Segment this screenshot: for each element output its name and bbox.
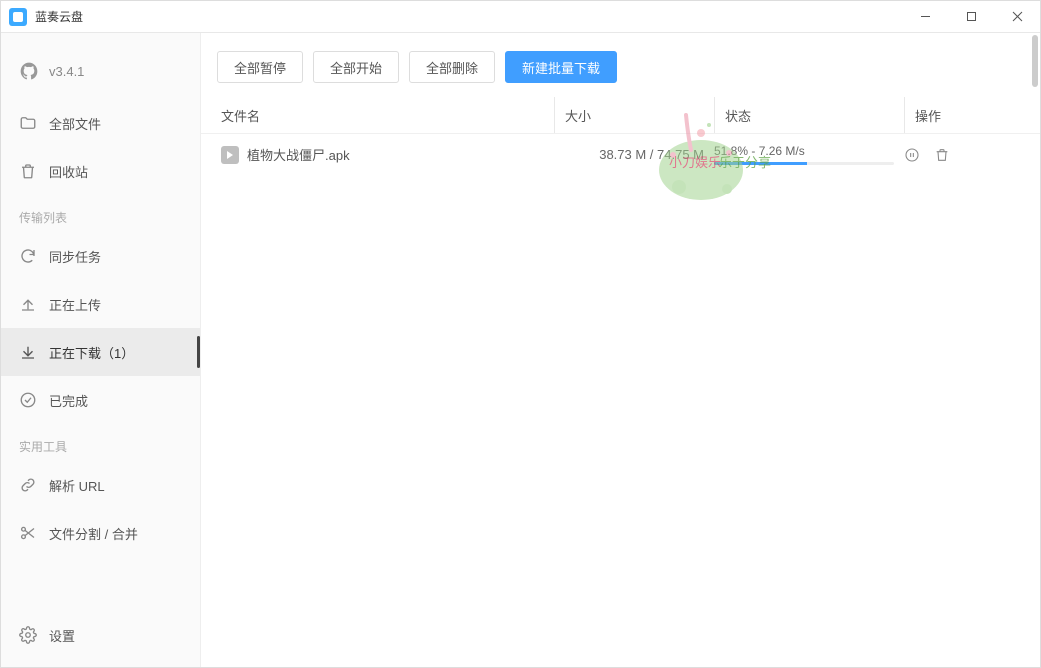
sidebar-item-all-files[interactable]: 全部文件 bbox=[1, 99, 200, 147]
sidebar-item-uploading[interactable]: 正在上传 bbox=[1, 280, 200, 328]
sidebar-section-transfer: 传输列表 bbox=[1, 195, 200, 232]
github-icon bbox=[19, 61, 39, 81]
toolbar: 全部暂停 全部开始 全部删除 新建批量下载 bbox=[201, 33, 1040, 97]
version-label: v3.4.1 bbox=[49, 64, 84, 79]
table-header: 文件名 大小 状态 操作 bbox=[201, 97, 1040, 133]
file-size: 38.73 M / 74.75 M bbox=[554, 147, 714, 162]
sidebar-item-label: 回收站 bbox=[49, 162, 88, 181]
sidebar-item-label: 文件分割 / 合并 bbox=[49, 524, 138, 543]
delete-all-button[interactable]: 全部删除 bbox=[409, 51, 495, 83]
progress-bar-fill bbox=[714, 162, 807, 165]
upload-icon bbox=[19, 295, 37, 313]
start-all-button[interactable]: 全部开始 bbox=[313, 51, 399, 83]
sidebar-item-label: 正在上传 bbox=[49, 295, 101, 314]
delete-icon[interactable] bbox=[934, 147, 950, 163]
scissors-icon bbox=[19, 524, 37, 542]
sidebar-item-label: 同步任务 bbox=[49, 247, 101, 266]
file-icon bbox=[221, 146, 239, 164]
table-body: 植物大战僵尸.apk 38.73 M / 74.75 M 51.8% - 7.2… bbox=[201, 133, 1040, 667]
sidebar-item-sync[interactable]: 同步任务 bbox=[1, 232, 200, 280]
check-icon bbox=[19, 391, 37, 409]
sidebar-item-parse-url[interactable]: 解析 URL bbox=[1, 461, 200, 509]
window-controls bbox=[902, 1, 1040, 33]
app-icon bbox=[9, 8, 27, 26]
table-row[interactable]: 植物大战僵尸.apk 38.73 M / 74.75 M 51.8% - 7.2… bbox=[217, 134, 1024, 175]
sidebar-item-file-split[interactable]: 文件分割 / 合并 bbox=[1, 509, 200, 557]
trash-icon bbox=[19, 162, 37, 180]
sidebar: v3.4.1 全部文件 回收站 传输列表 同步任务 正在上传 正在下载（1） 已… bbox=[1, 33, 201, 667]
progress-bar-track bbox=[714, 162, 894, 165]
download-icon bbox=[19, 343, 37, 361]
pause-icon[interactable] bbox=[904, 147, 920, 163]
status-text: 51.8% - 7.26 M/s bbox=[714, 144, 894, 158]
sidebar-section-tools: 实用工具 bbox=[1, 424, 200, 461]
sidebar-item-recycle[interactable]: 回收站 bbox=[1, 147, 200, 195]
sidebar-item-completed[interactable]: 已完成 bbox=[1, 376, 200, 424]
new-batch-download-button[interactable]: 新建批量下载 bbox=[505, 51, 617, 83]
sidebar-item-label: 全部文件 bbox=[49, 114, 101, 133]
close-button[interactable] bbox=[994, 1, 1040, 33]
pause-all-button[interactable]: 全部暂停 bbox=[217, 51, 303, 83]
sidebar-item-settings[interactable]: 设置 bbox=[1, 611, 200, 659]
file-status: 51.8% - 7.26 M/s bbox=[714, 144, 904, 165]
column-header-size: 大小 bbox=[554, 97, 714, 133]
column-header-ops: 操作 bbox=[904, 97, 1024, 133]
version-row: v3.4.1 bbox=[1, 51, 200, 99]
sidebar-item-label: 设置 bbox=[49, 626, 75, 645]
sidebar-item-downloading[interactable]: 正在下载（1） bbox=[1, 328, 200, 376]
app-title: 蓝奏云盘 bbox=[35, 8, 83, 25]
minimize-button[interactable] bbox=[902, 1, 948, 33]
main-panel: 小刀娱乐 乐于分享 全部暂停 全部开始 全部删除 新建批量下载 文件名 大小 状… bbox=[201, 33, 1040, 667]
file-name: 植物大战僵尸.apk bbox=[247, 145, 350, 164]
link-icon bbox=[19, 476, 37, 494]
column-header-status: 状态 bbox=[714, 97, 904, 133]
sidebar-item-label: 正在下载（1） bbox=[49, 343, 134, 362]
gear-icon bbox=[19, 626, 37, 644]
sidebar-item-label: 解析 URL bbox=[49, 476, 105, 495]
titlebar: 蓝奏云盘 bbox=[1, 1, 1040, 33]
scrollbar[interactable] bbox=[1032, 35, 1038, 87]
file-ops bbox=[904, 147, 1024, 163]
column-header-name: 文件名 bbox=[217, 106, 554, 125]
maximize-button[interactable] bbox=[948, 1, 994, 33]
sync-icon bbox=[19, 247, 37, 265]
sidebar-item-label: 已完成 bbox=[49, 391, 88, 410]
folder-icon bbox=[19, 114, 37, 132]
